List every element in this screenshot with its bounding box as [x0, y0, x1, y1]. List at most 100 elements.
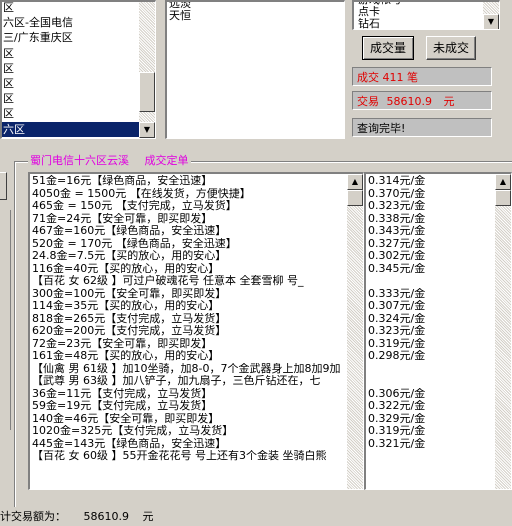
account-items: 游戏帐号点卡钻石: [357, 2, 483, 29]
price-row[interactable]: [367, 450, 495, 463]
region-list-item[interactable]: 三/广东重庆区: [2, 30, 139, 45]
account-list[interactable]: 游戏帐号点卡钻石 ▼: [352, 0, 500, 30]
price-row[interactable]: 0.345元/金: [367, 263, 495, 276]
server-list-item[interactable]: 天恒: [168, 10, 191, 22]
region-list-item[interactable]: 区: [2, 61, 139, 76]
price-row[interactable]: [367, 363, 495, 376]
prices-scrollbar[interactable]: ▲: [495, 174, 511, 489]
order-row[interactable]: 114金=35元【买的放心，用的安心】: [31, 300, 347, 313]
left-edge-frame: [0, 210, 11, 430]
deal-count-value: 411: [382, 71, 404, 84]
order-row[interactable]: 140金=46元【安全可靠，即买即发】: [31, 413, 347, 426]
orders-items: 51金=16元【绿色商品，安全迅速】 4050金 = 1500元 【在线发货，方便…: [31, 175, 347, 463]
price-row[interactable]: 0.327元/金: [367, 238, 495, 251]
price-row[interactable]: 0.306元/金: [367, 388, 495, 401]
order-row[interactable]: 465金 = 150元 【支付完成，立马发货】: [31, 200, 347, 213]
order-row[interactable]: 71金=24元【安全可靠，即买即发】: [31, 213, 347, 226]
order-row[interactable]: 【百花 女 60级 】55开金花花号 号上还有3个金装 坐骑白熊: [31, 450, 347, 463]
price-row[interactable]: 0.329元/金: [367, 413, 495, 426]
order-row[interactable]: 4050金 = 1500元 【在线发货，方便快捷】: [31, 188, 347, 201]
region-list-item[interactable]: 六区: [2, 121, 139, 137]
status-text: 查询完毕!: [357, 122, 406, 135]
region-list-item[interactable]: 六区-全国电信: [2, 15, 139, 30]
server-list-item[interactable]: 远淡: [168, 2, 191, 10]
region-list-item[interactable]: 区: [2, 46, 139, 61]
order-row[interactable]: 【武尊 男 63级 】加八铲子，加九扇子，三色斤钻还在，七: [31, 375, 347, 388]
orders-list[interactable]: 51金=16元【绿色商品，安全迅速】 4050金 = 1500元 【在线发货，方便…: [28, 172, 364, 490]
order-row[interactable]: 620金=200元【支付完成，立马发货】: [31, 325, 347, 338]
server-items: 远淡 天恒: [168, 2, 191, 22]
account-list-item[interactable]: 钻石: [357, 18, 483, 29]
price-row[interactable]: 0.307元/金: [367, 300, 495, 313]
amount-value: 58610.9: [386, 95, 433, 108]
order-row[interactable]: 520金 = 170元 【绿色商品，安全迅速】: [31, 238, 347, 251]
price-row[interactable]: 0.319元/金: [367, 338, 495, 351]
region-list-item[interactable]: 区: [2, 76, 139, 91]
price-row[interactable]: 0.314元/金: [367, 175, 495, 188]
order-row[interactable]: 300金=100元【安全可靠，即买即发】: [31, 288, 347, 301]
region-list-item[interactable]: 区: [2, 106, 139, 121]
price-row[interactable]: 0.302元/金: [367, 250, 495, 263]
price-row[interactable]: 0.319元/金: [367, 425, 495, 438]
price-row[interactable]: 0.324元/金: [367, 313, 495, 326]
region-scroll-thumb[interactable]: [139, 72, 155, 112]
footer-bar: 计交易额为： 58610.9 元: [0, 508, 512, 526]
prices-scroll-thumb[interactable]: [495, 190, 511, 206]
price-row[interactable]: 0.321元/金: [367, 438, 495, 451]
scroll-up-icon[interactable]: ▲: [347, 174, 363, 190]
order-row[interactable]: 818金=265元【支付完成，立马发货】: [31, 313, 347, 326]
orders-scrollbar[interactable]: ▲: [347, 174, 363, 489]
amount-box: 交易 58610.9 元: [352, 91, 492, 110]
region-scrollbar[interactable]: ▼: [139, 2, 155, 138]
scroll-up-icon[interactable]: ▲: [495, 174, 511, 190]
price-row[interactable]: 0.370元/金: [367, 188, 495, 201]
undone-button[interactable]: 未成交: [426, 36, 476, 60]
amount-label: 交易: [357, 95, 379, 108]
order-row[interactable]: 36金=11元【支付完成，立马发货】: [31, 388, 347, 401]
order-row[interactable]: 445金=143元【绿色商品，安全迅速】: [31, 438, 347, 451]
footer-label: 计交易额为：: [0, 510, 66, 523]
groupbox-title: 蜀门电信十六区云溪 成交定单: [28, 154, 191, 168]
region-list-item[interactable]: 区: [2, 2, 139, 15]
order-row[interactable]: 116金=40元【买的放心，用的安心】: [31, 263, 347, 276]
price-row[interactable]: 0.298元/金: [367, 350, 495, 363]
order-row[interactable]: 【百花 女 62级 】可过户破魂花号 任意本 全套雪柳 号_: [31, 275, 347, 288]
deal-count-label: 成交: [357, 71, 379, 84]
price-row[interactable]: 0.323元/金: [367, 325, 495, 338]
status-box: 查询完毕!: [352, 118, 492, 137]
account-list-item[interactable]: 点卡: [357, 6, 483, 18]
region-list[interactable]: 区六区-全国电信 三/广东重庆区区区区区区六区 ▼: [0, 0, 156, 139]
footer-unit: 元: [142, 510, 154, 523]
server-list[interactable]: 远淡 天恒: [165, 0, 345, 139]
order-row[interactable]: 59金=19元【支付完成，立马发货】: [31, 400, 347, 413]
scroll-down-icon[interactable]: ▼: [139, 122, 155, 138]
account-scrollbar[interactable]: ▼: [483, 2, 499, 29]
left-edge-control[interactable]: [0, 172, 7, 200]
group-subtitle: 成交定单: [144, 154, 189, 167]
price-row[interactable]: 0.322元/金: [367, 400, 495, 413]
price-row[interactable]: 0.343元/金: [367, 225, 495, 238]
price-row[interactable]: [367, 275, 495, 288]
order-row[interactable]: 72金=23元【安全可靠，即买即发】: [31, 338, 347, 351]
orders-scroll-thumb[interactable]: [347, 190, 363, 206]
deal-count-box: 成交 411 笔: [352, 67, 492, 86]
amount-unit: 元: [443, 95, 455, 108]
order-row[interactable]: 51金=16元【绿色商品，安全迅速】: [31, 175, 347, 188]
order-row[interactable]: 【仙禽 男 61级 】加10坐骑，加8-0，7个金武器身上加8加9加: [31, 363, 347, 376]
done-button[interactable]: 成交量: [362, 36, 414, 60]
order-row[interactable]: 1020金=325元【支付完成，立马发货】: [31, 425, 347, 438]
order-row[interactable]: 24.8金=7.5元【买的放心，用的安心】: [31, 250, 347, 263]
scroll-down-icon[interactable]: ▼: [483, 14, 499, 29]
deal-count-unit: 笔: [407, 71, 418, 84]
price-row[interactable]: 0.338元/金: [367, 213, 495, 226]
region-list-item[interactable]: 区: [2, 91, 139, 106]
order-row[interactable]: 161金=48元【买的放心，用的安心】: [31, 350, 347, 363]
price-row[interactable]: 0.333元/金: [367, 288, 495, 301]
order-row[interactable]: 467金=160元【绿色商品，安全迅速】: [31, 225, 347, 238]
prices-list[interactable]: 0.314元/金 0.370元/金 0.323元/金 0.338元/金 0.343元/金…: [364, 172, 512, 490]
footer-value: 58610.9: [83, 510, 130, 523]
price-row[interactable]: 0.323元/金: [367, 200, 495, 213]
price-row[interactable]: [367, 375, 495, 388]
prices-items: 0.314元/金 0.370元/金 0.323元/金 0.338元/金 0.343元/金…: [367, 175, 495, 463]
region-items: 区六区-全国电信 三/广东重庆区区区区区区六区: [2, 2, 139, 137]
